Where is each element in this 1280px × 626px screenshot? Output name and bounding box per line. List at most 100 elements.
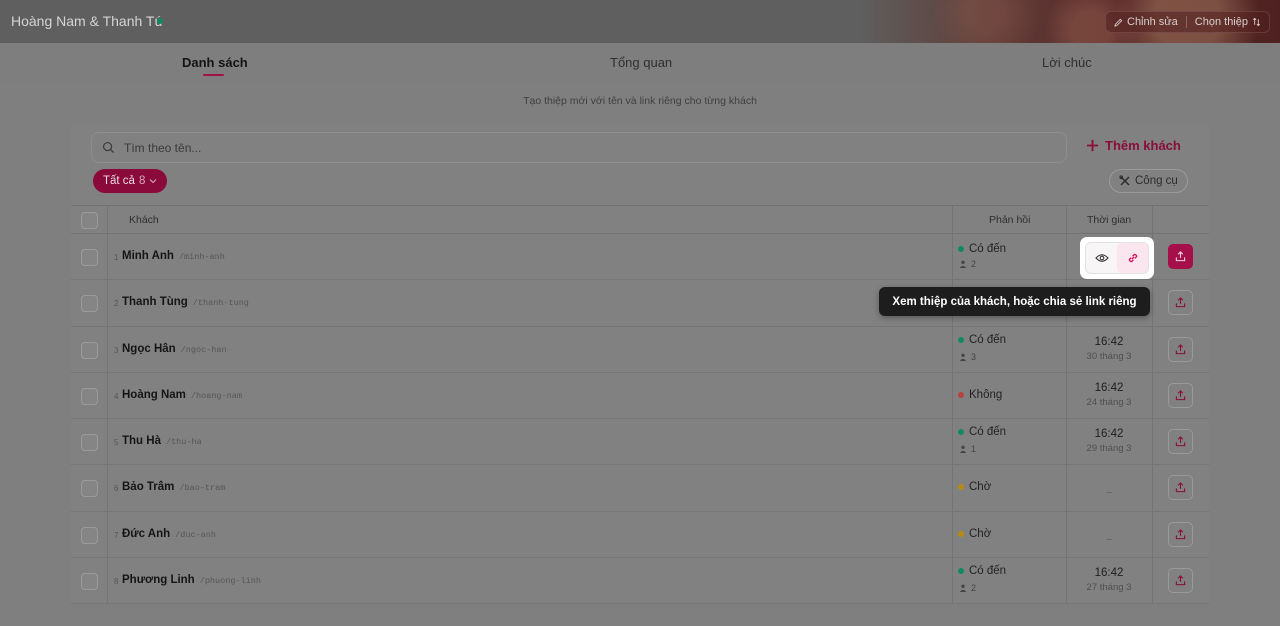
select-all-checkbox[interactable] bbox=[81, 212, 98, 229]
share-button[interactable] bbox=[1168, 290, 1193, 316]
share-button[interactable] bbox=[1168, 429, 1193, 455]
date-text: 24 tháng 3 bbox=[1086, 396, 1132, 408]
status-dot bbox=[958, 484, 964, 491]
share-button[interactable] bbox=[1168, 521, 1193, 547]
party-count: 3 bbox=[971, 351, 977, 362]
guest-slug: /ngoc-han bbox=[180, 344, 227, 355]
time-text: 16:42 bbox=[1094, 567, 1124, 580]
status-text: Có đến bbox=[969, 565, 1007, 578]
tab-bar: Danh sách Tổng quan Lời chúc bbox=[0, 43, 1280, 82]
top-bar: Hoàng Nam & Thanh Tú Chỉnh sửa Chọn thiệ… bbox=[0, 0, 1280, 43]
row-checkbox[interactable] bbox=[81, 573, 98, 591]
table-row[interactable]: 1 Minh Anh/minh-anh Có đến 2 bbox=[71, 234, 1209, 281]
edit-button[interactable]: Chỉnh sửa bbox=[1106, 11, 1186, 33]
highlighted-row-actions bbox=[1080, 237, 1154, 279]
party-size: 2 bbox=[959, 583, 976, 593]
tooltip: Xem thiệp của khách, hoặc chia sẻ link r… bbox=[879, 287, 1150, 316]
tools-label: Công cụ bbox=[1135, 175, 1178, 187]
row-checkbox[interactable] bbox=[81, 526, 98, 544]
status-dot bbox=[958, 391, 964, 398]
table-row[interactable]: 4 Hoàng Nam/hoang-nam Không 16:42 24 thán… bbox=[71, 373, 1209, 420]
guest-name[interactable]: Minh Anh/minh-anh bbox=[122, 250, 225, 262]
guest-list-card: Thêm khách Tất cả 8 Công cụ Khách Phản h… bbox=[71, 123, 1209, 605]
link-icon bbox=[1128, 253, 1137, 263]
person-icon bbox=[959, 584, 967, 593]
tab-loi-chuc[interactable]: Lời chúc bbox=[1042, 55, 1092, 70]
status-text: Có đến bbox=[969, 333, 1007, 346]
online-status-dot bbox=[157, 18, 163, 24]
share-icon bbox=[1175, 297, 1186, 308]
table-row[interactable]: 8 Phương Linh/phuong-linh Có đến 2 16:42… bbox=[71, 558, 1209, 605]
active-tab-indicator bbox=[203, 74, 224, 76]
share-button[interactable] bbox=[1168, 475, 1193, 501]
guest-name[interactable]: Ngọc Hân/ngoc-han bbox=[122, 343, 227, 355]
party-size: 2 bbox=[959, 259, 976, 269]
response-status: Chờ bbox=[958, 481, 991, 493]
guest-name-text: Thu Hà bbox=[122, 435, 161, 448]
table-row[interactable]: 3 Ngọc Hân/ngoc-han Có đến 3 16:42 30 thá… bbox=[71, 327, 1209, 373]
guest-name-text: Thanh Tùng bbox=[122, 296, 188, 309]
choose-card-button[interactable]: Chọn thiệp bbox=[1187, 11, 1269, 33]
guest-name[interactable]: Thanh Tùng/thanh-tung bbox=[122, 296, 249, 308]
row-actions-group bbox=[1085, 242, 1149, 274]
person-icon bbox=[959, 260, 967, 268]
tab-tong-quan[interactable]: Tổng quan bbox=[610, 55, 672, 70]
tools-button[interactable]: Công cụ bbox=[1109, 169, 1188, 193]
guest-name[interactable]: Hoàng Nam/hoang-nam bbox=[122, 389, 242, 401]
share-icon bbox=[1175, 436, 1186, 447]
status-dot bbox=[958, 568, 964, 575]
guest-name-text: Đức Anh bbox=[122, 527, 171, 540]
search-input[interactable] bbox=[124, 133, 1024, 162]
search-box bbox=[91, 132, 1067, 163]
guest-name-text: Ngọc Hân bbox=[122, 342, 176, 355]
party-count: 2 bbox=[971, 583, 977, 594]
response-time: 16:42 27 tháng 3 bbox=[1066, 567, 1152, 593]
row-checkbox[interactable] bbox=[81, 341, 98, 359]
guest-name[interactable]: Phương Linh/phuong-linh bbox=[122, 574, 261, 586]
share-button[interactable] bbox=[1168, 382, 1193, 408]
guest-slug: /minh-anh bbox=[178, 252, 225, 262]
response-status: Có đến bbox=[958, 334, 1006, 346]
status-dot bbox=[958, 429, 964, 436]
status-dot bbox=[958, 246, 964, 252]
filter-label: Tất cả bbox=[103, 175, 135, 187]
column-header-response: Phản hồi bbox=[989, 214, 1031, 226]
row-checkbox[interactable] bbox=[81, 387, 98, 405]
copy-link-button[interactable] bbox=[1117, 243, 1148, 273]
guest-name[interactable]: Bảo Trâm/bao-tram bbox=[122, 481, 225, 493]
party-size: 1 bbox=[959, 444, 976, 454]
table-row[interactable]: 6 Bảo Trâm/bao-tram Chờ – bbox=[71, 465, 1209, 512]
guest-name-text: Hoàng Nam bbox=[122, 388, 186, 401]
guest-name[interactable]: Thu Hà/thu-ha bbox=[122, 435, 202, 447]
response-status: Có đến bbox=[958, 426, 1006, 438]
status-dot bbox=[958, 336, 964, 343]
header-actions: Chỉnh sửa Chọn thiệp bbox=[1105, 11, 1270, 33]
swap-icon bbox=[1253, 17, 1260, 27]
guest-slug: /phuong-linh bbox=[199, 576, 261, 587]
row-checkbox[interactable] bbox=[81, 480, 98, 498]
status-text: Không bbox=[969, 388, 1003, 401]
table-row[interactable]: 5 Thu Hà/thu-ha Có đến 1 16:42 29 tháng 3 bbox=[71, 419, 1209, 466]
row-checkbox[interactable] bbox=[81, 434, 98, 452]
edit-label: Chỉnh sửa bbox=[1127, 16, 1178, 28]
guest-slug: /duc-anh bbox=[175, 529, 216, 540]
table-row[interactable]: 7 Đức Anh/duc-anh Chờ – bbox=[71, 512, 1209, 559]
row-checkbox[interactable] bbox=[81, 295, 98, 313]
person-icon bbox=[959, 445, 967, 454]
add-guest-button[interactable]: Thêm khách bbox=[1086, 138, 1181, 153]
guest-name[interactable]: Đức Anh/duc-anh bbox=[122, 528, 216, 540]
add-guest-label: Thêm khách bbox=[1105, 138, 1181, 153]
tab-danh-sach[interactable]: Danh sách bbox=[182, 55, 248, 70]
person-icon bbox=[959, 353, 967, 361]
share-button[interactable] bbox=[1168, 336, 1193, 362]
tools-icon bbox=[1119, 175, 1130, 186]
choose-card-label: Chọn thiệp bbox=[1194, 16, 1248, 28]
couple-name: Hoàng Nam & Thanh Tú bbox=[11, 13, 163, 29]
row-checkbox[interactable] bbox=[81, 249, 98, 266]
filter-all-chip[interactable]: Tất cả 8 bbox=[93, 169, 168, 193]
response-status: Chờ bbox=[958, 528, 991, 540]
share-button[interactable] bbox=[1168, 568, 1193, 594]
view-card-button[interactable] bbox=[1086, 243, 1117, 273]
share-button[interactable] bbox=[1168, 244, 1193, 269]
status-text: Có đến bbox=[969, 243, 1007, 255]
